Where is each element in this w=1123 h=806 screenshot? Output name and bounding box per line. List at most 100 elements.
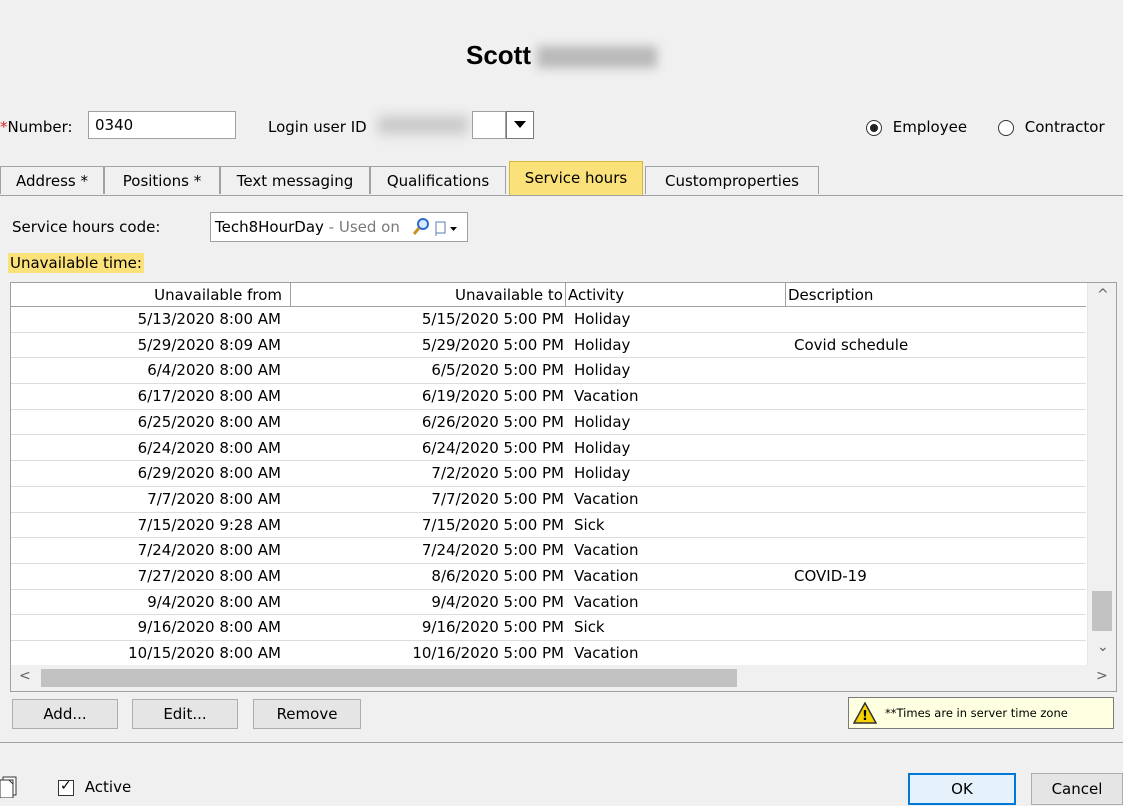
cell-unavailable-from: 6/17/2020 8:00 AM	[137, 387, 281, 406]
cell-unavailable-from: 7/24/2020 8:00 AM	[137, 541, 281, 560]
horizontal-scrollbar[interactable]: < >	[11, 665, 1116, 691]
cell-unavailable-from: 7/15/2020 9:28 AM	[137, 515, 281, 534]
tab-qualifications[interactable]: Qualifications	[370, 166, 506, 194]
cell-activity: Holiday	[574, 310, 631, 328]
contractor-radio-circle[interactable]	[998, 119, 1014, 136]
redacted-last-name	[537, 46, 657, 69]
tab-positions[interactable]: Positions *	[104, 166, 220, 194]
cell-description	[794, 384, 1084, 409]
employee-first-name: Scott	[466, 40, 531, 70]
remove-button[interactable]: Remove	[253, 699, 361, 729]
contractor-radio[interactable]: Contractor	[998, 118, 1105, 136]
contractor-radio-label: Contractor	[1024, 118, 1105, 136]
cell-activity: Holiday	[574, 464, 631, 483]
timezone-note-text: **Times are in server time zone	[885, 706, 1068, 720]
active-checkbox-box[interactable]	[58, 778, 74, 796]
table-row[interactable]: 10/15/2020 8:00 AM 10/16/2020 5:00 PM Vaca…	[11, 641, 1086, 667]
cell-unavailable-to: 7/24/2020 5:00 PM	[421, 541, 564, 560]
employee-radio-circle[interactable]	[866, 119, 882, 136]
flag-dropdown-icon[interactable]	[435, 218, 459, 246]
cell-unavailable-from: 9/16/2020 8:00 AM	[137, 618, 281, 637]
cell-unavailable-to: 6/24/2020 5:00 PM	[421, 438, 564, 457]
number-label-text: Number:	[7, 118, 73, 136]
redacted-login-id	[378, 116, 468, 134]
cell-unavailable-from: 6/29/2020 8:00 AM	[137, 464, 281, 483]
table-row[interactable]: 6/25/2020 8:00 AM 6/26/2020 5:00 PM Holida…	[11, 410, 1086, 436]
cell-unavailable-to: 10/16/2020 5:00 PM	[412, 644, 564, 663]
column-header-unavailable-to[interactable]: Unavailable to	[291, 283, 566, 307]
login-user-id-input[interactable]	[472, 111, 506, 139]
tab-service-hours[interactable]: Service hours	[509, 161, 643, 195]
table-row[interactable]: 7/15/2020 9:28 AM 7/15/2020 5:00 PM Sick	[11, 513, 1086, 539]
unavailable-time-label-text: Unavailable time:	[8, 253, 144, 273]
service-hours-code-value: Tech8HourDay	[215, 218, 324, 236]
dropdown-arrow-icon	[514, 121, 526, 128]
unavailable-time-label: Unavailable time:	[8, 253, 144, 273]
cell-unavailable-from: 7/7/2020 8:00 AM	[147, 489, 281, 508]
cell-unavailable-to: 7/2/2020 5:00 PM	[431, 464, 564, 483]
cell-activity: Sick	[574, 618, 605, 637]
table-row[interactable]: 7/7/2020 8:00 AM 7/7/2020 5:00 PM Vacation	[11, 487, 1086, 513]
active-checkbox-label: Active	[84, 778, 132, 796]
cell-description	[794, 436, 1084, 461]
required-mark: *	[0, 118, 8, 136]
cell-description	[794, 590, 1084, 615]
unavailable-time-table[interactable]: Unavailable from Unavailable to Activity…	[10, 282, 1117, 692]
cell-activity: Holiday	[574, 361, 631, 380]
table-row[interactable]: 5/29/2020 8:09 AM 5/29/2020 5:00 PM Holida…	[11, 333, 1086, 359]
table-row[interactable]: 9/16/2020 8:00 AM 9/16/2020 5:00 PM Sick	[11, 615, 1086, 642]
cell-activity: Holiday	[574, 412, 631, 431]
service-hours-code-field[interactable]: Tech8HourDay - Used on	[210, 212, 468, 242]
cell-activity: Holiday	[574, 438, 631, 457]
cell-unavailable-to: 6/19/2020 5:00 PM	[421, 387, 564, 406]
horizontal-scroll-thumb[interactable]	[41, 669, 737, 687]
cell-unavailable-from: 6/25/2020 8:00 AM	[137, 412, 281, 431]
cell-activity: Sick	[574, 515, 605, 534]
edit-button[interactable]: Edit...	[132, 699, 238, 729]
cell-description	[794, 410, 1084, 435]
service-hours-code-suffix: - Used on	[323, 218, 400, 236]
cell-unavailable-to: 5/15/2020 5:00 PM	[421, 310, 564, 328]
cell-description: COVID-19	[794, 567, 867, 585]
employee-radio[interactable]: Employee	[866, 118, 967, 136]
number-input[interactable]	[88, 111, 236, 139]
document-icon[interactable]	[0, 776, 18, 802]
tab-address[interactable]: Address *	[0, 166, 104, 194]
cell-description	[794, 513, 1084, 538]
add-button[interactable]: Add...	[12, 699, 118, 729]
cell-unavailable-from: 6/4/2020 8:00 AM	[147, 361, 281, 380]
tab-text-messaging[interactable]: Text messaging	[220, 166, 370, 194]
vertical-scrollbar[interactable]: ^ ⌄	[1087, 283, 1116, 665]
table-row[interactable]: 7/27/2020 8:00 AM 8/6/2020 5:00 PM Vacatio…	[11, 564, 1086, 590]
scroll-right-arrow[interactable]: >	[1096, 668, 1108, 684]
table-row[interactable]: 6/24/2020 8:00 AM 6/24/2020 5:00 PM Holida…	[11, 436, 1086, 462]
cell-unavailable-to: 6/5/2020 5:00 PM	[431, 361, 564, 380]
scroll-left-arrow[interactable]: <	[19, 668, 31, 684]
table-row[interactable]: 9/4/2020 8:00 AM 9/4/2020 5:00 PM Vacation	[11, 590, 1086, 616]
cell-unavailable-to: 9/4/2020 5:00 PM	[431, 592, 564, 611]
table-row[interactable]: 6/29/2020 8:00 AM 7/2/2020 5:00 PM Holiday	[11, 461, 1086, 487]
cell-unavailable-to: 7/15/2020 5:00 PM	[421, 515, 564, 534]
cell-unavailable-from: 5/29/2020 8:09 AM	[137, 335, 281, 354]
column-header-description[interactable]: Description	[786, 283, 1086, 307]
cancel-button[interactable]: Cancel	[1031, 773, 1123, 805]
column-header-unavailable-from[interactable]: Unavailable from	[11, 283, 291, 307]
active-checkbox[interactable]: Active	[58, 778, 131, 796]
cell-description	[794, 307, 1084, 332]
ok-button[interactable]: OK	[908, 773, 1016, 805]
vertical-scroll-thumb[interactable]	[1092, 591, 1112, 631]
cell-unavailable-from: 6/24/2020 8:00 AM	[137, 438, 281, 457]
search-icon[interactable]	[412, 217, 429, 245]
cell-description: Covid schedule	[794, 335, 909, 354]
login-user-id-label: Login user ID	[268, 118, 367, 136]
tab-customproperties[interactable]: Customproperties	[645, 166, 819, 194]
table-row[interactable]: 6/17/2020 8:00 AM 6/19/2020 5:00 PM Vacati…	[11, 384, 1086, 410]
table-row[interactable]: 7/24/2020 8:00 AM 7/24/2020 5:00 PM Vacati…	[11, 538, 1086, 564]
login-user-id-dropdown[interactable]	[506, 111, 534, 139]
scroll-up-arrow[interactable]: ^	[1097, 287, 1109, 303]
cell-activity: Vacation	[574, 489, 639, 508]
column-header-activity[interactable]: Activity	[566, 283, 786, 307]
table-row[interactable]: 6/4/2020 8:00 AM 6/5/2020 5:00 PM Holiday	[11, 358, 1086, 385]
table-row[interactable]: 5/13/2020 8:00 AM 5/15/2020 5:00 PM Holida…	[11, 307, 1086, 333]
scroll-down-arrow[interactable]: ⌄	[1097, 639, 1109, 655]
